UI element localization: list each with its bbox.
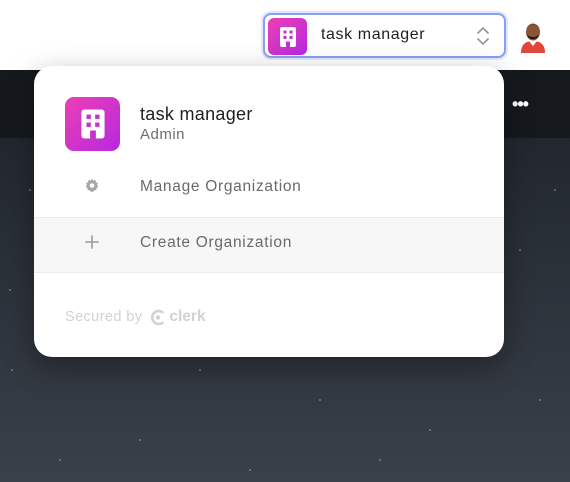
organization-switcher-name: task manager (321, 26, 426, 43)
top-bar: task manager (0, 0, 570, 70)
plus-icon (84, 234, 100, 250)
secured-by-text: Secured by (65, 309, 143, 325)
building-icon (268, 18, 307, 55)
manage-organization-label: Manage Organization (140, 178, 302, 195)
clerk-brand-name: clerk (169, 308, 206, 325)
gear-icon (84, 178, 100, 194)
building-icon (65, 97, 120, 151)
organization-role: Admin (140, 126, 186, 143)
secured-by-footer: Secured by clerk (65, 306, 206, 328)
create-organization-button[interactable]: Create Organization (34, 217, 504, 273)
ellipsis-icon[interactable]: ••• (508, 94, 532, 114)
organization-switcher-popover: task manager Admin Manage Organization C… (34, 66, 504, 357)
active-organization: task manager Admin (34, 66, 504, 160)
organization-name: task manager (140, 104, 253, 124)
organization-switcher-button[interactable]: task manager (263, 13, 506, 58)
create-organization-label: Create Organization (140, 234, 293, 251)
chevrons-up-down-icon (476, 24, 490, 48)
user-avatar[interactable] (518, 19, 548, 53)
manage-organization-button[interactable]: Manage Organization (34, 162, 504, 218)
clerk-logo-icon (150, 309, 166, 326)
